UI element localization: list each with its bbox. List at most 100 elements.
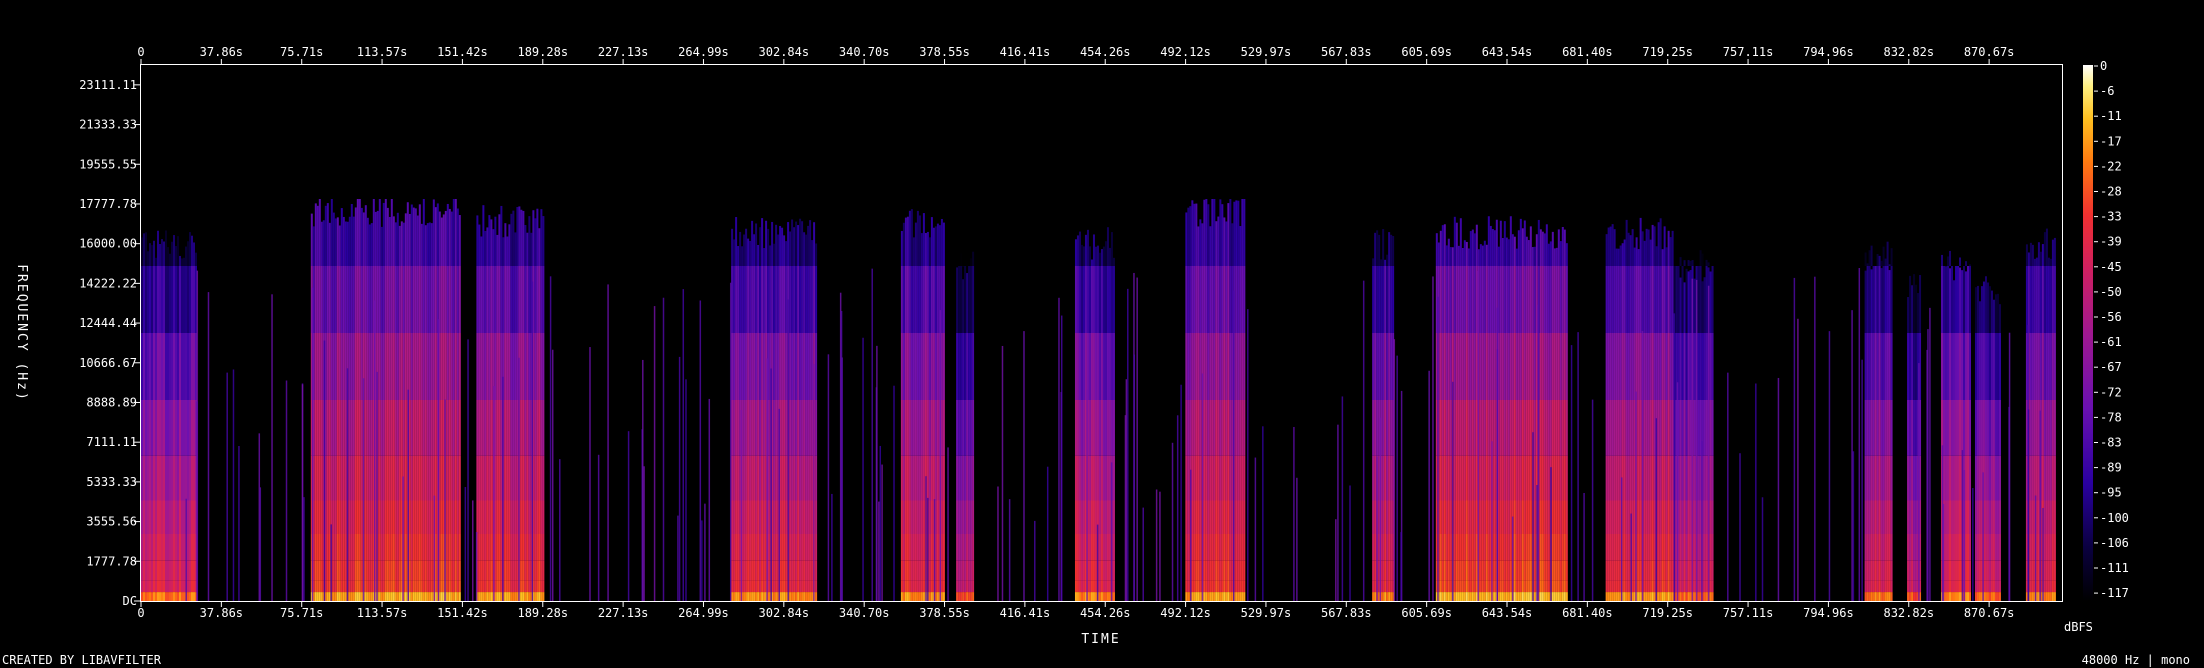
x-tick-label-top: 529.97s	[1241, 45, 1292, 59]
spectrogram-cell	[793, 560, 796, 581]
spectrogram-cell	[1241, 500, 1244, 534]
spectrogram-cell	[153, 240, 155, 266]
spectrogram-cell	[396, 560, 399, 581]
spectrogram-cell	[1559, 500, 1562, 534]
spectrogram-cell	[1483, 534, 1486, 561]
spectrogram-cell	[1631, 592, 1634, 601]
spectrogram-cell	[486, 266, 489, 333]
spectrogram-cell	[1866, 534, 1869, 561]
spectrogram-cell	[420, 592, 423, 601]
spectrogram-cell	[436, 203, 439, 266]
spectrogram-cell	[1627, 455, 1630, 501]
spectrogram-cell	[1888, 270, 1891, 333]
spectrogram-cell	[1882, 455, 1885, 501]
spectrogram-cell	[141, 266, 143, 333]
spectrogram-cell	[1467, 400, 1470, 456]
spectrogram-cell	[336, 534, 339, 561]
spectrogram-cell	[1529, 333, 1532, 400]
spectrogram-cell	[450, 560, 453, 581]
spectrogram-cell	[1237, 580, 1240, 593]
spectrogram-cell	[1988, 333, 1991, 400]
spectrogram-cell	[781, 227, 784, 266]
spectrogram-cell	[1693, 592, 1696, 601]
spectrogram-cell	[1886, 560, 1889, 581]
spectrogram-cell	[1390, 534, 1393, 561]
spectrogram-cell	[1110, 232, 1113, 266]
spectrogram-cell	[900, 560, 903, 581]
spectrogram-cell	[968, 333, 971, 400]
spectrogram-cell	[2049, 534, 2052, 561]
spectrogram-cell	[1219, 455, 1222, 501]
spectrogram-cell	[1481, 580, 1484, 593]
spectrogram-cell	[745, 333, 748, 400]
spectrogram-cell	[388, 592, 391, 601]
noise-streak	[2027, 409, 2030, 601]
spectrogram-cell	[1388, 455, 1391, 501]
spectrogram-cell	[1969, 333, 1972, 400]
spectrogram-cell	[1388, 333, 1391, 400]
spectrogram-cell	[506, 455, 509, 501]
spectrogram-cell	[181, 266, 183, 333]
spectrogram-cell	[518, 266, 521, 333]
spectrogram-cell	[1443, 333, 1446, 400]
noise-streak	[1034, 520, 1036, 601]
spectrogram-cell	[1911, 333, 1914, 400]
spectrogram-cell	[402, 333, 405, 400]
spectrogram-cell	[173, 235, 175, 266]
noise-streak	[1972, 488, 1974, 601]
spectrogram-cell	[334, 592, 337, 601]
noise-streak	[232, 369, 235, 601]
spectrogram-cell	[338, 500, 341, 534]
spectrogram-cell	[900, 592, 903, 601]
spectrogram-cell	[1687, 333, 1690, 400]
spectrogram-cell	[448, 400, 451, 456]
spectrogram-cell	[1868, 500, 1871, 534]
spectrogram-cell	[1870, 560, 1873, 581]
spectrogram-cell	[1189, 333, 1192, 400]
spectrogram-cell	[334, 580, 337, 593]
spectrogram-cell	[1527, 580, 1530, 593]
spectrogram-cell	[1884, 333, 1887, 400]
spectrogram-cell	[1483, 592, 1486, 601]
spectrogram-cell	[484, 580, 487, 593]
spectrogram-cell	[1994, 400, 1997, 456]
spectrogram-cell	[763, 333, 766, 400]
spectrogram-cell	[1653, 400, 1656, 456]
spectrogram-cell	[1098, 534, 1101, 561]
spectrogram-cell	[1647, 560, 1650, 581]
spectrogram-cell	[1221, 534, 1224, 561]
spectrogram-cell	[1106, 560, 1109, 581]
spectrogram-cell	[1467, 266, 1470, 333]
spectrogram-cell	[803, 592, 806, 601]
spectrogram-cell	[1455, 560, 1458, 581]
spectrogram-cell	[1671, 534, 1674, 561]
spectrogram-cell	[783, 400, 786, 456]
spectrogram-cell	[508, 333, 511, 400]
spectrogram-cell	[1213, 266, 1216, 333]
spectrogram-cell	[1539, 560, 1542, 581]
spectrogram-cell	[522, 560, 525, 581]
spectrogram-cell	[1193, 333, 1196, 400]
spectrogram-cell	[1451, 247, 1454, 266]
spectrogram-cell	[1459, 534, 1462, 561]
spectrogram-cell	[1864, 592, 1867, 601]
spectrogram-cell	[542, 500, 545, 534]
spectrogram-cell	[765, 266, 768, 333]
spectrogram-cell	[912, 400, 915, 456]
spectrogram-cell	[508, 580, 511, 593]
spectrogram-cell	[1888, 400, 1891, 456]
spectrogram-cell	[1978, 455, 1981, 501]
spectrogram-cell	[354, 534, 357, 561]
spectrogram-cell	[488, 592, 491, 601]
spectrogram-cell	[972, 400, 975, 456]
spectrogram-cell	[486, 560, 489, 581]
spectrogram-cell	[498, 534, 501, 561]
colorbar-tick-label: -56	[2100, 310, 2122, 324]
noise-streak	[1400, 532, 1402, 601]
spectrogram-cell	[1545, 580, 1548, 593]
spectrogram-cell	[458, 560, 461, 581]
spectrogram-cell	[1203, 400, 1206, 456]
spectrogram-cell	[161, 500, 163, 534]
spectrogram-cell	[1447, 560, 1450, 581]
spectrogram-cell	[1870, 400, 1873, 456]
